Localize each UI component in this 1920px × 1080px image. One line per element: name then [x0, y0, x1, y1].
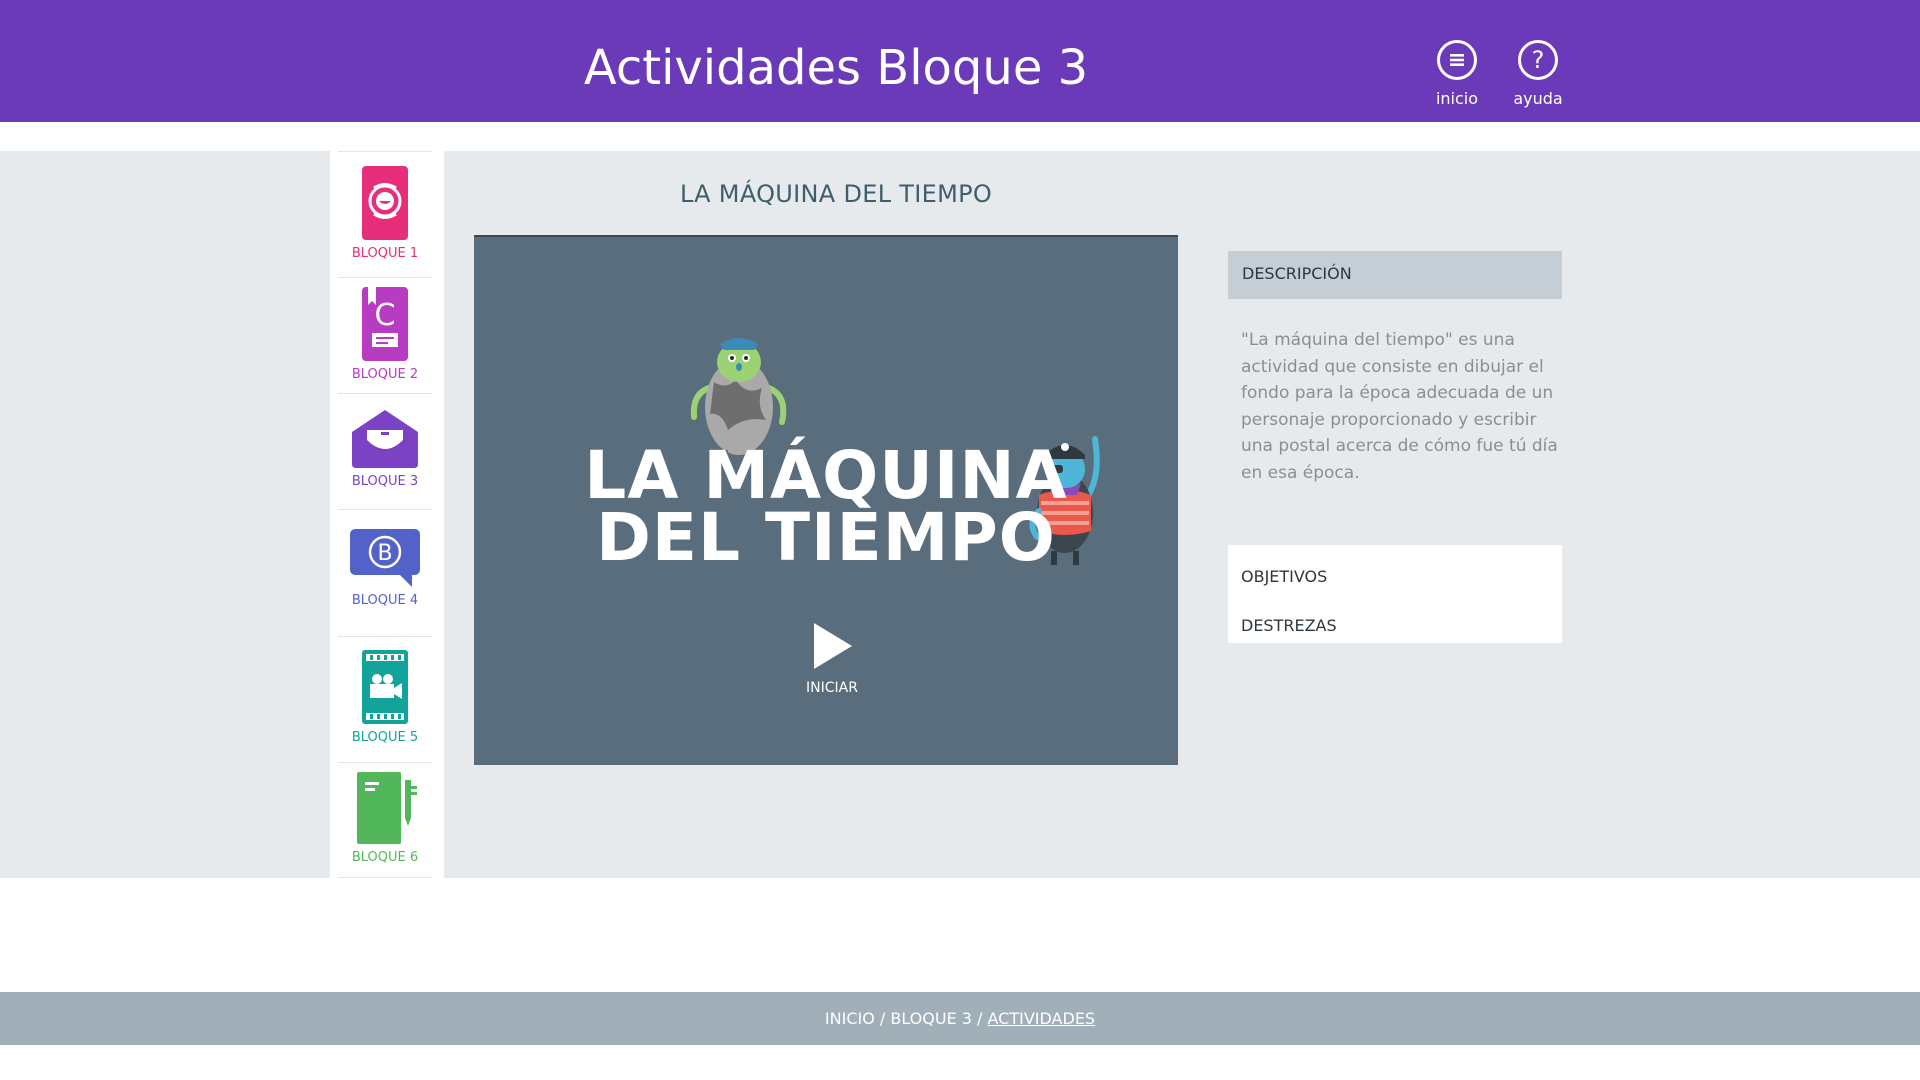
sidebar-item-bloque-4[interactable]: B BLOQUE 4 — [338, 509, 432, 636]
svg-text:C: C — [375, 298, 396, 333]
sidebar-item-bloque-1[interactable]: BLOQUE 1 — [338, 151, 432, 277]
breadcrumb-bloque-3[interactable]: BLOQUE 3 — [890, 1009, 972, 1028]
bloque-sidebar: BLOQUE 1 C BLOQUE 2 BLOQUE 3 B BLOQUE 4 — [330, 151, 444, 878]
breadcrumb-separator: / — [874, 1009, 891, 1028]
notebook-pen-icon — [357, 772, 417, 844]
panel-links: OBJETIVOS DESTREZAS — [1228, 545, 1562, 643]
activity-video[interactable]: LA MÁQUINA DEL TIEMPO INICIAR — [474, 235, 1178, 765]
envelope-heart-icon — [352, 410, 418, 468]
start-label: INICIAR — [806, 680, 858, 696]
breadcrumb-inicio[interactable]: INICIO — [825, 1009, 875, 1028]
sidebar-label-bloque-1: BLOQUE 1 — [351, 246, 419, 261]
sidebar-item-bloque-5[interactable]: BLOQUE 5 — [338, 636, 432, 762]
footer-bar: INICIO / BLOQUE 3 / ACTIVIDADES — [0, 992, 1920, 1045]
film-camera-icon — [362, 650, 408, 724]
menu-icon — [1437, 40, 1477, 80]
sidebar-divider — [338, 877, 432, 878]
ayuda-button[interactable]: ? ayuda — [1493, 40, 1583, 108]
video-title-line-1: LA MÁQUINA — [584, 437, 1068, 514]
breadcrumb-separator: / — [971, 1009, 988, 1028]
inicio-button[interactable]: inicio — [1412, 40, 1502, 108]
sidebar-label-bloque-6: BLOQUE 6 — [351, 850, 419, 865]
info-panel: DESCRIPCIÓN "La máquina del tiempo" es u… — [1228, 251, 1562, 643]
breadcrumb: INICIO / BLOQUE 3 / ACTIVIDADES — [0, 1009, 1920, 1028]
activity-title: LA MÁQUINA DEL TIEMPO — [679, 180, 993, 208]
sidebar-label-bloque-4: BLOQUE 4 — [351, 593, 419, 608]
help-icon: ? — [1518, 40, 1558, 80]
start-button[interactable]: INICIAR — [792, 621, 872, 696]
sidebar-label-bloque-5: BLOQUE 5 — [351, 730, 419, 745]
destrezas-tab[interactable]: DESTREZAS — [1228, 604, 1562, 653]
letter-c-book-icon: C — [362, 287, 408, 361]
video-title: LA MÁQUINA DEL TIEMPO — [474, 437, 1178, 576]
play-icon — [814, 623, 852, 669]
description-text: "La máquina del tiempo" es una actividad… — [1241, 330, 1558, 483]
sidebar-label-bloque-3: BLOQUE 3 — [351, 474, 419, 489]
speech-bubble-b-icon: B — [350, 529, 420, 587]
face-book-icon — [362, 166, 408, 240]
sidebar-item-bloque-6[interactable]: BLOQUE 6 — [338, 762, 432, 877]
description-tab[interactable]: DESCRIPCIÓN — [1228, 251, 1562, 299]
sidebar-label-bloque-2: BLOQUE 2 — [351, 367, 419, 382]
ayuda-label: ayuda — [1513, 89, 1563, 108]
objetivos-tab[interactable]: OBJETIVOS — [1228, 555, 1562, 604]
breadcrumb-actividades[interactable]: ACTIVIDADES — [988, 1009, 1096, 1028]
video-title-line-2: DEL TIEMPO — [596, 499, 1056, 576]
sidebar-item-bloque-2[interactable]: C BLOQUE 2 — [338, 277, 432, 393]
svg-text:B: B — [377, 541, 392, 566]
top-header: Actividades Bloque 3 inicio ? ayuda — [0, 0, 1920, 122]
sidebar-item-bloque-3[interactable]: BLOQUE 3 — [338, 393, 432, 509]
inicio-label: inicio — [1435, 89, 1479, 108]
